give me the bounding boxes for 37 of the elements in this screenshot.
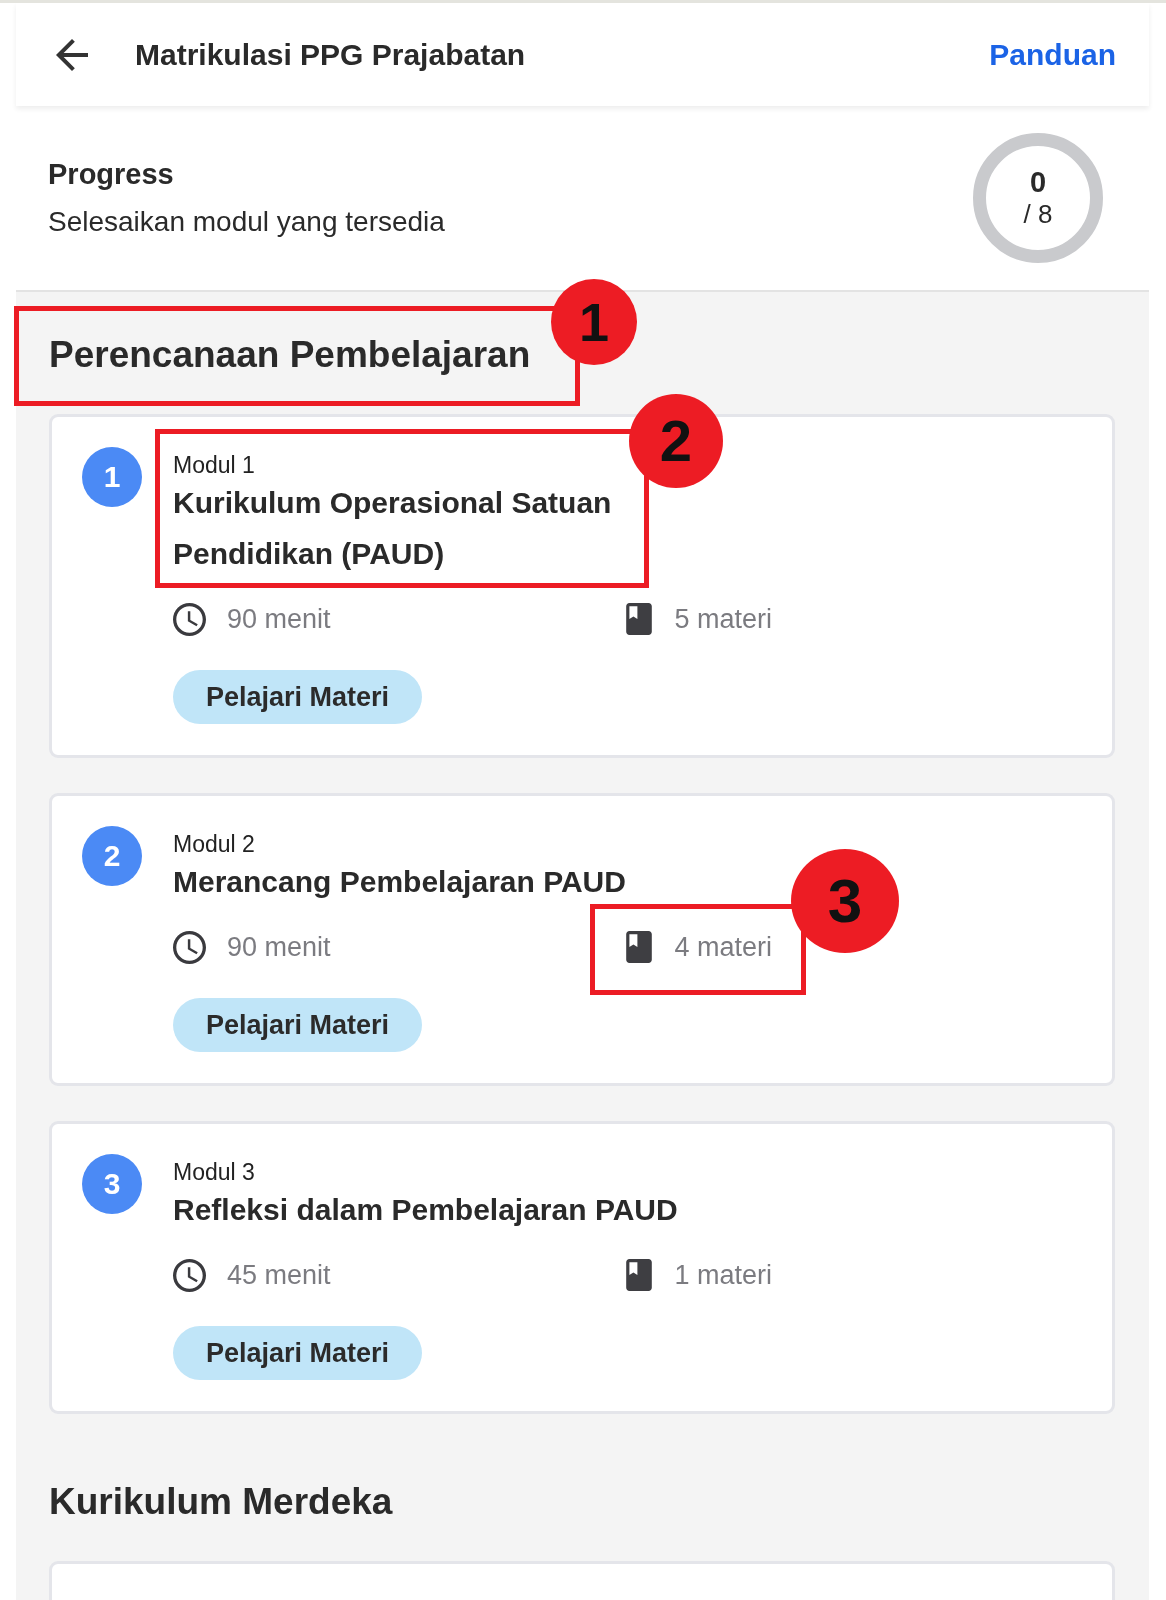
module-title: Kurikulum Operasional Satuan Pendidikan (PAUD)	[173, 486, 612, 570]
progress-title: Progress	[48, 157, 174, 192]
duration-text: 90 menit	[227, 931, 331, 964]
materials-count: 4 materi	[674, 931, 772, 964]
callout-number: 1	[551, 279, 637, 365]
study-button[interactable]: Pelajari Materi	[173, 670, 423, 724]
module-label: Modul 2	[173, 830, 255, 859]
duration-text: 90 menit	[227, 603, 331, 636]
section-title: Kurikulum Merdeka	[49, 1480, 393, 1524]
page-title: Matrikulasi PPG Prajabatan	[135, 37, 526, 72]
book-icon	[626, 1259, 653, 1291]
module-label: Modul 1	[173, 451, 255, 480]
callout-number: 2	[629, 394, 723, 488]
progress-total: / 8	[1023, 199, 1053, 230]
module-number: 3	[82, 1154, 142, 1214]
callout-number: 3	[791, 849, 899, 953]
module-title: Refleksi dalam Pembelajaran PAUD	[173, 1193, 678, 1226]
progress-count: 0	[1029, 166, 1047, 199]
back-button[interactable]	[56, 38, 88, 71]
module-label: Modul 3	[173, 1158, 255, 1187]
duration-text: 45 menit	[227, 1259, 331, 1292]
module-number: 1	[82, 447, 142, 507]
progress-subtitle: Selesaikan modul yang tersedia	[48, 205, 445, 239]
study-button[interactable]: Pelajari Materi	[173, 998, 423, 1052]
materials-count: 5 materi	[674, 603, 772, 636]
clock-icon	[173, 930, 206, 964]
back-arrow-icon	[56, 38, 88, 71]
book-icon	[626, 603, 653, 635]
section-title: Perencanaan Pembelajaran	[49, 333, 531, 377]
guide-link[interactable]: Panduan	[989, 37, 1116, 72]
module-title: Merancang Pembelajaran PAUD	[173, 865, 626, 898]
clock-icon	[173, 602, 206, 636]
module-number: 2	[82, 826, 142, 886]
book-icon	[626, 931, 653, 963]
clock-icon	[173, 1258, 206, 1292]
materials-count: 1 materi	[674, 1259, 772, 1292]
study-button[interactable]: Pelajari Materi	[173, 1326, 423, 1380]
